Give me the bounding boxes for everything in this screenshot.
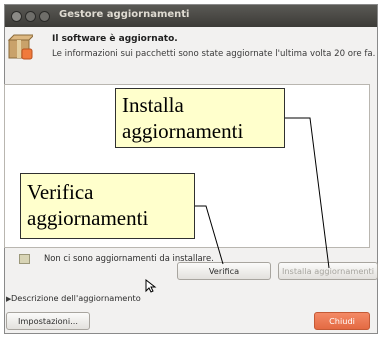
settings-button[interactable]: Impostazioni...: [6, 312, 90, 330]
install-callout-line2: aggiornamenti: [122, 119, 244, 143]
close-button[interactable]: Chiudi: [314, 312, 370, 330]
check-callout-line1: Verifica: [27, 180, 94, 204]
check-button[interactable]: Verifica: [177, 262, 271, 280]
update-description-expander[interactable]: Descrizione dell'aggiornamento: [11, 293, 141, 303]
header-title: Il software è aggiornato.: [52, 34, 178, 44]
check-callout-line2: aggiornamenti: [27, 206, 149, 230]
maximize-window-icon[interactable]: [39, 11, 50, 22]
package-box-icon: [7, 34, 33, 60]
close-window-icon[interactable]: [11, 11, 22, 22]
header-subtitle: Le informazioni sui pacchetti sono state…: [52, 49, 376, 59]
window-title: Gestore aggiornamenti: [59, 9, 190, 20]
install-updates-callout: Installa aggiornamenti: [115, 88, 285, 148]
check-updates-callout: Verifica aggiornamenti: [20, 173, 195, 239]
minimize-window-icon[interactable]: [25, 11, 36, 22]
info-folder-icon: [19, 254, 30, 264]
install-callout-line1: Installa: [122, 93, 184, 117]
mouse-pointer-icon: [145, 279, 157, 293]
install-updates-button[interactable]: Installa aggiornamenti: [278, 262, 378, 280]
title-bar[interactable]: Gestore aggiornamenti: [5, 5, 377, 27]
